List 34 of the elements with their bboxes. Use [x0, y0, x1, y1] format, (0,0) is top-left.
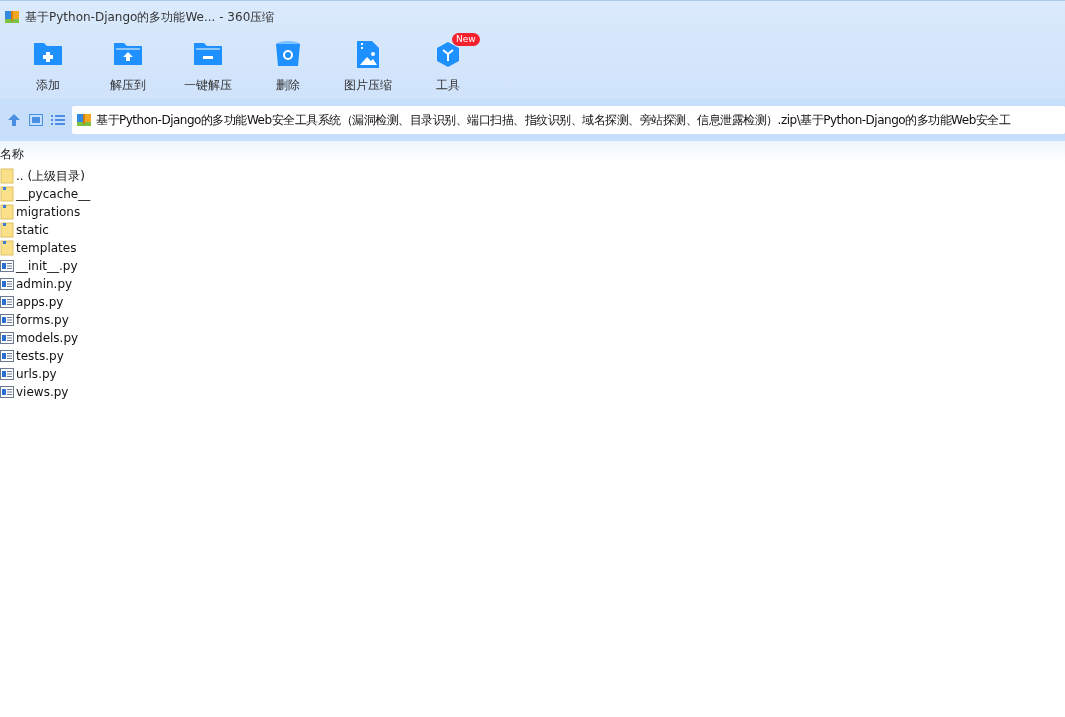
file-name[interactable]: migrations	[16, 205, 81, 219]
folder-icon	[0, 186, 14, 202]
file-name[interactable]: .. (上级目录)	[16, 167, 85, 185]
file-name[interactable]: apps.py	[16, 295, 64, 309]
address-field[interactable]: 基于Python-Django的多功能Web安全工具系统（漏洞检测、目录识别、端口扫描、指纹识别、域名探测、旁站探测、信息泄露检测）.zip\基于Python-Django的多功能Web安全工	[72, 106, 1065, 134]
file-name[interactable]: tests.py	[16, 349, 64, 363]
file-name[interactable]: __pycache__	[16, 187, 91, 201]
toolbar-button[interactable]: 图片压缩	[328, 33, 408, 99]
new-badge: New	[452, 33, 480, 46]
file-name[interactable]: templates	[16, 241, 77, 255]
folder-icon	[0, 240, 14, 256]
up-arrow-icon[interactable]	[6, 112, 22, 128]
folder-icon	[0, 222, 14, 238]
file-name[interactable]: static	[16, 223, 49, 237]
toolbar-button[interactable]: 解压到	[88, 33, 168, 99]
folder-icon	[0, 204, 14, 220]
view-icon[interactable]	[28, 112, 44, 128]
folder-icon	[0, 168, 14, 184]
file-name[interactable]: __init__.py	[16, 259, 78, 273]
archive-icon	[76, 112, 92, 128]
file-name[interactable]: urls.py	[16, 367, 57, 381]
file-name[interactable]: views.py	[16, 385, 69, 399]
archive-icon	[4, 9, 20, 25]
list-icon[interactable]	[50, 112, 66, 128]
toolbar-button[interactable]: New 工具	[408, 33, 488, 99]
toolbar-button[interactable]: 删除	[248, 33, 328, 99]
window-title: 基于Python-Django的多功能We... - 360压缩	[25, 8, 275, 26]
file-name[interactable]: forms.py	[16, 313, 69, 327]
toolbar-button[interactable]: 一键解压	[168, 33, 248, 99]
column-header[interactable]: 名称	[0, 146, 24, 163]
toolbar-button[interactable]: 添加	[8, 33, 88, 99]
address-path: 基于Python-Django的多功能Web安全工具系统（漏洞检测、目录识别、端口扫描、指纹识别、域名探测、旁站探测、信息泄露检测）.zip\基于Python-Django的多功能Web安全工	[96, 111, 1011, 129]
file-name[interactable]: admin.py	[16, 277, 73, 291]
file-name[interactable]: models.py	[16, 331, 79, 345]
